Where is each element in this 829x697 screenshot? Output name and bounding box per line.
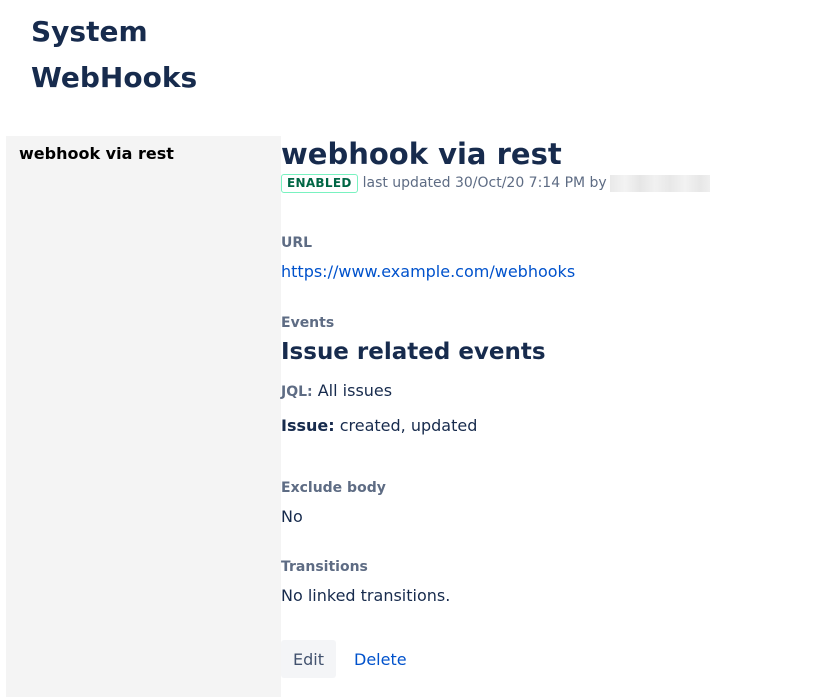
- exclude-body-value: No: [281, 507, 303, 526]
- sidebar: webhook via rest: [6, 136, 281, 697]
- last-updated-text: last updated 30/Oct/20 7:14 PM by: [362, 175, 607, 191]
- jql-row: JQL: All issues: [281, 381, 392, 400]
- jql-value: All issues: [317, 381, 393, 400]
- issue-label: Issue:: [281, 416, 335, 435]
- jql-label: JQL:: [281, 384, 313, 400]
- redacted-username: [609, 174, 710, 192]
- status-badge: ENABLED: [281, 173, 358, 193]
- url-link[interactable]: https://www.example.com/webhooks: [281, 262, 575, 281]
- transitions-value: No linked transitions.: [281, 586, 451, 605]
- delete-button[interactable]: Delete: [342, 640, 412, 678]
- url-value: https://www.example.com/webhooks: [281, 262, 575, 281]
- issue-value: created, updated: [339, 416, 478, 435]
- exclude-body-label: Exclude body: [281, 480, 386, 496]
- webhook-meta: ENABLED last updated 30/Oct/20 7:14 PM b…: [281, 173, 710, 193]
- issue-row: Issue: created, updated: [281, 416, 477, 435]
- page-title: WebHooks: [31, 61, 198, 94]
- transitions-label: Transitions: [281, 559, 368, 575]
- sidebar-item-webhook[interactable]: webhook via rest: [19, 144, 174, 163]
- url-label: URL: [281, 235, 313, 251]
- webhook-title: webhook via rest: [281, 137, 562, 171]
- events-heading: Issue related events: [281, 339, 546, 365]
- edit-button[interactable]: Edit: [281, 640, 336, 678]
- breadcrumb[interactable]: System: [31, 12, 148, 52]
- events-label: Events: [281, 315, 335, 331]
